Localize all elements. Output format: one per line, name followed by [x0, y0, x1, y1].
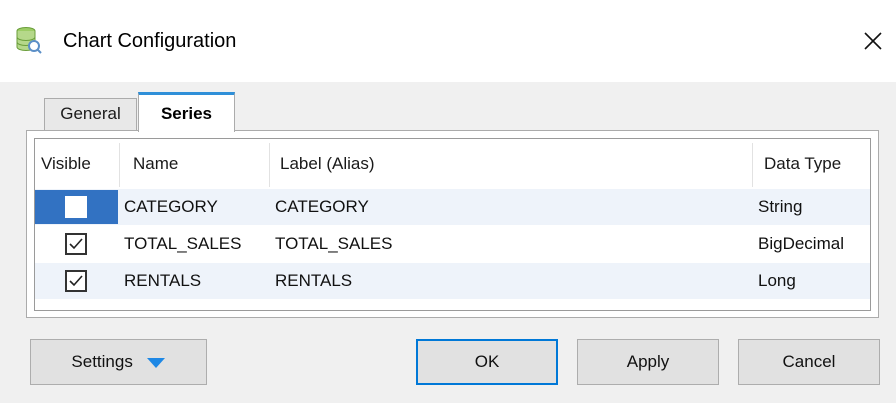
- series-name: TOTAL_SALES: [124, 234, 242, 253]
- table-row[interactable]: RENTALS RENTALS Long: [35, 263, 870, 299]
- table-row[interactable]: TOTAL_SALES TOTAL_SALES BigDecimal: [35, 226, 870, 262]
- visible-checkbox[interactable]: [65, 233, 87, 255]
- series-table: Visible Name Label (Alias) Data Type CAT…: [34, 138, 871, 311]
- ok-button[interactable]: OK: [416, 339, 558, 385]
- tab-series[interactable]: Series: [138, 92, 235, 132]
- tab-general[interactable]: General: [44, 98, 137, 130]
- series-name: RENTALS: [124, 271, 202, 290]
- column-header-name[interactable]: Name: [133, 139, 178, 189]
- settings-dropdown-button[interactable]: Settings: [30, 339, 207, 385]
- chevron-down-icon: [146, 357, 165, 368]
- series-label[interactable]: TOTAL_SALES: [275, 226, 392, 262]
- cancel-button[interactable]: Cancel: [738, 339, 880, 385]
- visible-cell[interactable]: [35, 264, 118, 298]
- series-data-type: Long: [758, 271, 796, 290]
- visible-cell[interactable]: [35, 190, 118, 224]
- apply-button[interactable]: Apply: [577, 339, 719, 385]
- close-icon[interactable]: [856, 24, 890, 58]
- checkmark-icon: [69, 238, 83, 250]
- table-row[interactable]: CATEGORY CATEGORY String: [35, 189, 870, 225]
- title-bar: Chart Configuration: [0, 0, 896, 82]
- visible-checkbox[interactable]: [65, 270, 87, 292]
- column-divider[interactable]: [752, 143, 753, 187]
- series-data-type: BigDecimal: [758, 234, 844, 253]
- column-header-data-type[interactable]: Data Type: [764, 139, 841, 189]
- visible-checkbox[interactable]: [65, 196, 87, 218]
- table-header: Visible Name Label (Alias) Data Type: [35, 139, 870, 189]
- series-panel: Visible Name Label (Alias) Data Type CAT…: [26, 130, 879, 318]
- column-divider[interactable]: [119, 143, 120, 187]
- window-title: Chart Configuration: [63, 30, 237, 52]
- column-header-label[interactable]: Label (Alias): [280, 139, 375, 189]
- checkmark-icon: [69, 275, 83, 287]
- settings-button-label: Settings: [71, 352, 133, 371]
- database-chart-icon: [16, 26, 42, 54]
- series-name: CATEGORY: [124, 197, 218, 216]
- column-divider[interactable]: [269, 143, 270, 187]
- column-header-visible[interactable]: Visible: [41, 139, 91, 189]
- series-label[interactable]: RENTALS: [275, 263, 352, 299]
- visible-cell[interactable]: [35, 227, 118, 261]
- series-data-type: String: [758, 197, 803, 216]
- series-label[interactable]: CATEGORY: [275, 189, 369, 225]
